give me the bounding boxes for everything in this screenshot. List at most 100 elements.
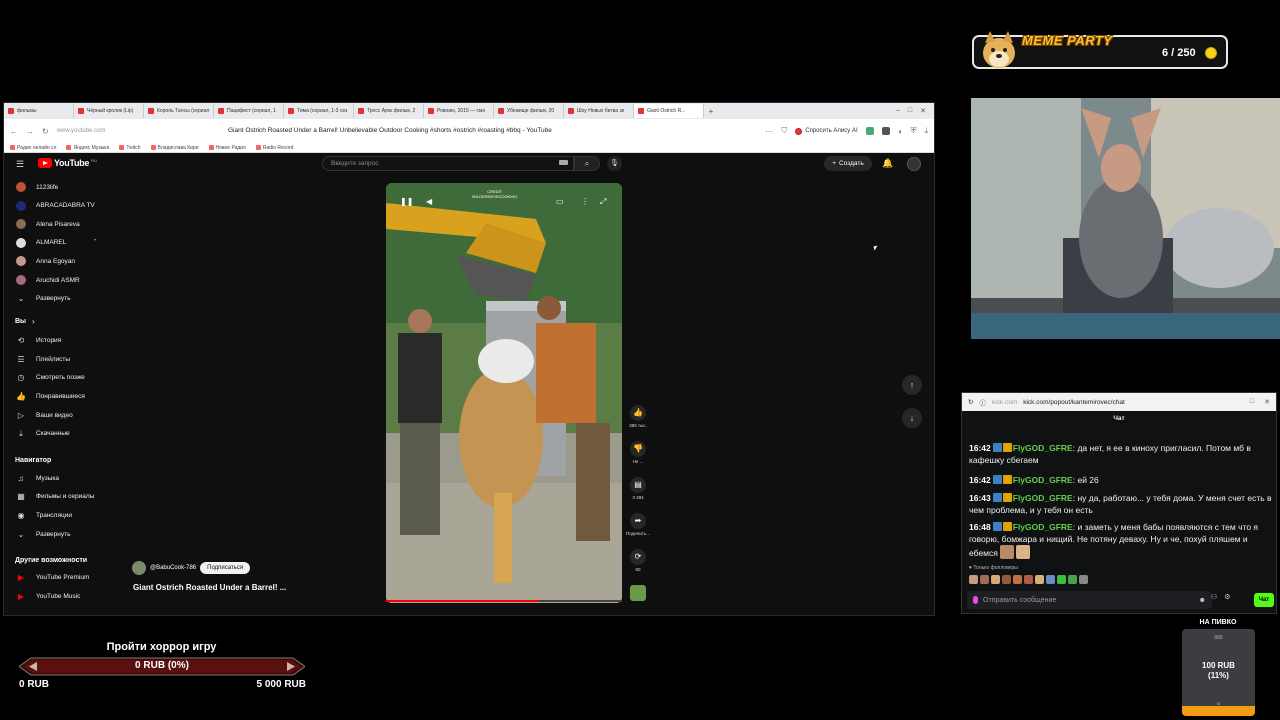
emote-icon[interactable] bbox=[1013, 575, 1022, 584]
tab-3[interactable]: Пацифист (сериал, 1 bbox=[214, 104, 284, 118]
chat-url[interactable]: kick.com/popout/kantemirovec/chat bbox=[1023, 399, 1125, 406]
sidebar-item[interactable]: ☰ Плейлисты bbox=[16, 352, 70, 366]
settings-icon[interactable]: ⚙ bbox=[1224, 593, 1230, 601]
sidebar-item[interactable]: 👍 Понравившиеся bbox=[16, 389, 85, 403]
you-heading[interactable]: Вы bbox=[15, 318, 26, 325]
emote-icon[interactable] bbox=[969, 575, 978, 584]
tab-1[interactable]: Чёрный кролик (Lip) bbox=[74, 104, 144, 118]
sidebar-item[interactable]: ALMAREL bbox=[16, 236, 66, 250]
search-button[interactable]: ⌕ bbox=[574, 156, 600, 171]
tab-7[interactable]: Убежище фильм, 20 bbox=[494, 104, 564, 118]
next-short-button[interactable]: ↓ bbox=[902, 408, 922, 428]
chat-username[interactable]: FlyGOD_GFRE bbox=[1013, 443, 1073, 453]
menu-icon[interactable]: ☰ bbox=[16, 159, 24, 170]
pause-icon[interactable]: ❚❚ bbox=[400, 197, 413, 206]
sidebar-item[interactable]: ♫ Музыка bbox=[16, 471, 59, 485]
emote-icon[interactable] bbox=[1002, 575, 1011, 584]
extension-icon[interactable] bbox=[865, 127, 874, 135]
subscribe-button[interactable]: Подписаться bbox=[200, 562, 251, 574]
sound-thumbnail[interactable] bbox=[630, 585, 646, 601]
sidebar-item[interactable]: ABRACADABRA TV bbox=[16, 199, 95, 213]
bookmark-item[interactable]: Владислава Кири bbox=[150, 145, 199, 151]
emote-icon[interactable] bbox=[1079, 575, 1088, 584]
extension-icon[interactable] bbox=[881, 127, 890, 135]
sidebar-item[interactable]: ◷ Смотреть позже bbox=[16, 371, 85, 385]
minimize-icon[interactable]: – bbox=[896, 107, 900, 115]
back-icon[interactable]: ← bbox=[10, 127, 18, 136]
youtube-logo[interactable]: YouTube RU bbox=[38, 158, 97, 168]
reload-icon[interactable]: ↻ bbox=[968, 398, 973, 406]
sidebar-item[interactable]: ◉ Трансляции bbox=[16, 508, 72, 522]
chat-username[interactable]: FlyGOD_GFRE bbox=[1013, 475, 1073, 485]
emote-icon[interactable] bbox=[1068, 575, 1077, 584]
emote-icon[interactable] bbox=[991, 575, 1000, 584]
bookmark-item[interactable]: Twitch bbox=[119, 145, 141, 151]
sidebar-item[interactable]: Anna Egoyan bbox=[16, 254, 75, 268]
reload-icon[interactable]: ↻ bbox=[42, 127, 49, 136]
video-progress-bar[interactable] bbox=[386, 600, 622, 602]
video-title[interactable]: Giant Ostrich Roasted Under a Barrel! ..… bbox=[133, 583, 286, 592]
emoji-icon[interactable]: ☻ bbox=[1199, 597, 1206, 604]
tab-8[interactable]: Шоу Новых битва эк bbox=[564, 104, 634, 118]
sidebar-item[interactable]: ⌄ Развернуть bbox=[16, 527, 71, 541]
account-avatar[interactable] bbox=[907, 157, 921, 171]
captions-icon[interactable]: ▭ bbox=[556, 197, 564, 206]
url-host[interactable]: www.youtube.com bbox=[57, 128, 106, 134]
bookmark-item[interactable]: Яндекс Музыка bbox=[66, 145, 109, 151]
channel-avatar[interactable] bbox=[132, 561, 146, 575]
search-input[interactable]: Введите запрос bbox=[322, 156, 574, 171]
mic-icon[interactable] bbox=[973, 596, 978, 604]
tab-4[interactable]: Тима (сериал, 1-3 сез bbox=[284, 104, 354, 118]
bookmark-item[interactable]: Новое Радио bbox=[208, 145, 246, 151]
audio-icon[interactable]: ◖ bbox=[898, 127, 903, 136]
tab-2[interactable]: Король Талсы (сериал bbox=[144, 104, 214, 118]
volume-icon[interactable]: ◀ bbox=[426, 197, 432, 206]
emote-icon[interactable] bbox=[980, 575, 989, 584]
sidebar-item[interactable]: ▦ Фильмы и сериалы bbox=[16, 490, 94, 504]
previous-short-button[interactable]: ↑ bbox=[902, 375, 922, 395]
sidebar-item[interactable]: ▶ YouTube Premium bbox=[16, 571, 89, 585]
tab-5[interactable]: Тросс Архк фильм, 2 bbox=[354, 104, 424, 118]
like-button[interactable]: 👍 bbox=[630, 405, 646, 421]
keyboard-icon[interactable] bbox=[559, 160, 568, 165]
share-button[interactable]: ➦ bbox=[630, 513, 646, 529]
comments-button[interactable]: ▤ bbox=[630, 477, 646, 493]
emote-icon[interactable] bbox=[1035, 575, 1044, 584]
maximize-icon[interactable]: □ bbox=[908, 107, 912, 115]
fullscreen-icon[interactable]: ⤢ bbox=[600, 197, 606, 207]
sidebar-item[interactable]: Alena Pisareva bbox=[16, 217, 80, 231]
channel-name[interactable]: @BabuCook-786 bbox=[150, 565, 196, 571]
maximize-icon[interactable]: □ bbox=[1250, 398, 1254, 406]
bookmark-icon[interactable]: ⛉ bbox=[781, 126, 787, 136]
shorts-video[interactable]: CREDIT WILDERNESSCOOKING ❚❚ ◀ ▭ ⋮ ⤢ bbox=[386, 183, 622, 603]
create-button[interactable]: + Создать bbox=[824, 156, 872, 171]
new-tab-button[interactable]: + bbox=[704, 107, 718, 116]
chat-input[interactable]: Отправить сообщение ☻ bbox=[967, 591, 1212, 609]
bookmark-item[interactable]: Radio Record bbox=[255, 145, 293, 151]
sidebar-item[interactable]: ⌄ Развернуть bbox=[16, 292, 71, 306]
chat-username[interactable]: FlyGOD_GFRE bbox=[1013, 493, 1073, 503]
tab-0[interactable]: фильмы bbox=[4, 104, 74, 118]
chat-username[interactable]: FlyGOD_GFRE bbox=[1013, 522, 1073, 532]
tab-6[interactable]: Ровнию, 2015 — смо bbox=[424, 104, 494, 118]
bookmark-item[interactable]: Радио онлайн сл bbox=[10, 145, 56, 151]
sidebar-item[interactable]: Aruchidi ASMR bbox=[16, 273, 80, 287]
emote-icon[interactable] bbox=[1024, 575, 1033, 584]
sidebar-item[interactable]: 1123life bbox=[16, 180, 58, 194]
info-icon[interactable]: ⓘ bbox=[979, 397, 986, 407]
more-vert-icon[interactable]: ⋮ bbox=[581, 197, 589, 206]
users-icon[interactable]: ⚇ bbox=[1211, 593, 1217, 601]
dislike-button[interactable]: 👎 bbox=[630, 441, 646, 457]
shield-icon[interactable]: ⛨ bbox=[910, 126, 916, 136]
download-icon[interactable]: ⤓ bbox=[924, 126, 928, 136]
sidebar-item[interactable]: ▶ YouTube Music bbox=[16, 589, 80, 603]
sidebar-item[interactable]: ⟲ История bbox=[16, 334, 62, 348]
forward-icon[interactable]: → bbox=[26, 127, 34, 136]
tab-9[interactable]: Giant Ostrich R... bbox=[634, 104, 704, 118]
more-icon[interactable]: ⋯ bbox=[765, 127, 773, 136]
notifications-icon[interactable]: 🔔 bbox=[882, 158, 893, 169]
alice-button[interactable]: Спросить Алису AI bbox=[795, 127, 858, 135]
emote-icon[interactable] bbox=[1057, 575, 1066, 584]
sidebar-item[interactable]: ▷ Ваши видео bbox=[16, 408, 73, 422]
close-icon[interactable]: ✕ bbox=[920, 107, 926, 115]
